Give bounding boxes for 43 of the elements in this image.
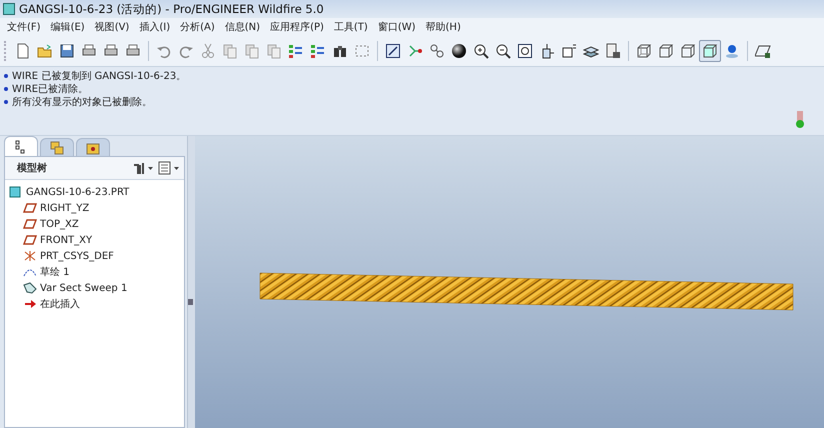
plane-icon [23,234,37,246]
tree-item[interactable]: PRT_CSYS_DEF [40,250,114,262]
plane-icon [23,202,37,214]
traffic-light-icon [796,111,804,129]
menu-item[interactable]: 信息(N) [220,20,266,34]
navigator-tab[interactable] [76,138,110,156]
part-icon [9,186,23,198]
bullet-icon [4,100,8,104]
message-text: 所有没有显示的对象已被删除。 [12,96,152,108]
sweep-icon [23,282,37,294]
tree-item[interactable]: TOP_XZ [40,218,79,230]
menu-item[interactable]: 应用程序(P) [265,20,329,34]
tree-item[interactable]: RIGHT_YZ [40,202,90,214]
scrollbar[interactable] [187,136,195,428]
tree-item[interactable]: GANGSI-10-6-23.PRT [26,186,130,198]
menu-item[interactable]: 视图(V) [90,20,134,34]
insert-icon [23,298,37,310]
menu-item[interactable]: 分析(A) [175,20,220,34]
navigator-tab[interactable] [4,136,38,156]
app-icon [3,3,15,15]
menu-item[interactable]: 插入(I) [134,20,176,34]
window-title: GANGSI-10-6-23 (活动的) - Pro/ENGINEER Wildfire 5.0 [19,2,324,16]
folder-icon [86,140,100,154]
list-dropdown-button[interactable] [158,161,180,175]
message-text: WIRE 已被复制到 GANGSI-10-6-23。 [12,70,186,82]
tree-item[interactable]: 在此插入 [40,297,80,311]
menu-item[interactable]: 工具(T) [328,20,373,34]
tree-item[interactable]: 草绘 1 [40,265,70,279]
settings-dropdown-button[interactable] [132,161,154,175]
menu-item[interactable]: 窗口(W) [372,20,421,34]
panel-title: 模型树 [17,162,48,175]
message-text: WIRE已被清除。 [12,82,88,96]
folders-icon [50,140,64,154]
bullet-icon [4,86,8,90]
csys-icon [23,250,37,262]
tree-item[interactable]: FRONT_XY [40,234,92,246]
display-style-button[interactable] [699,40,721,62]
tree-item[interactable]: Var Sect Sweep 1 [40,282,128,294]
menu-item[interactable]: 编辑(E) [46,20,90,34]
menu-item[interactable]: 文件(F) [2,20,46,34]
menu-item[interactable]: 帮助(H) [420,20,466,34]
bullet-icon [4,74,8,78]
plane-icon [23,218,37,230]
